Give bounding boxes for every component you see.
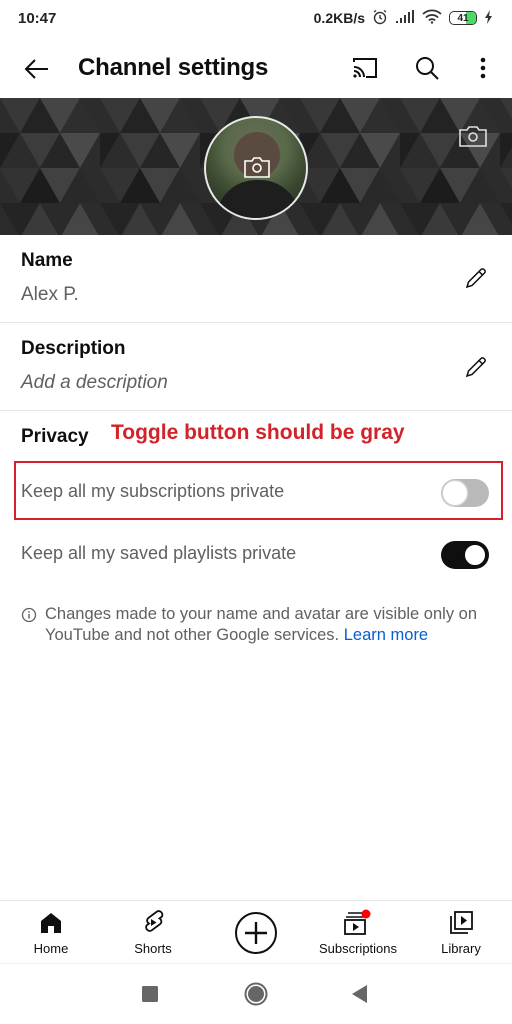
playlists-private-toggle[interactable] xyxy=(441,541,489,569)
playlists-private-row[interactable]: Keep all my saved playlists private xyxy=(0,530,512,578)
nav-library-label: Library xyxy=(441,941,481,956)
name-value: Alex P. xyxy=(21,284,79,305)
bottom-navigation: Home Shorts Subscriptions Library xyxy=(0,900,512,964)
nav-home-label: Home xyxy=(33,941,69,956)
status-time: 10:47 xyxy=(18,9,57,27)
system-navigation-bar xyxy=(0,964,512,1024)
search-icon xyxy=(416,57,439,80)
subscriptions-icon xyxy=(344,909,371,935)
subscriptions-private-label: Keep all my subscriptions private xyxy=(21,481,285,501)
banner-camera-button[interactable] xyxy=(459,124,487,153)
subscriptions-private-row[interactable]: Keep all my subscriptions private xyxy=(0,468,512,516)
battery-level: 41 xyxy=(457,12,469,24)
name-field-row[interactable]: Name Alex P. xyxy=(0,235,512,323)
pencil-icon xyxy=(465,357,486,378)
toggle-knob xyxy=(463,543,487,567)
privacy-section-title: Privacy xyxy=(21,426,89,447)
toggle-knob xyxy=(443,481,467,505)
description-placeholder: Add a description xyxy=(21,372,168,393)
more-vert-icon xyxy=(480,57,486,79)
channel-avatar[interactable] xyxy=(204,116,308,220)
status-bar: 10:47 0.2KB/s 41 xyxy=(0,0,512,36)
network-speed: 0.2KB/s xyxy=(313,10,365,26)
wifi-icon xyxy=(422,9,442,27)
back-button[interactable] xyxy=(348,982,372,1006)
nav-shorts-label: Shorts xyxy=(134,941,172,956)
camera-icon xyxy=(459,126,487,147)
cast-button[interactable] xyxy=(350,53,380,83)
home-button[interactable] xyxy=(244,982,268,1006)
channel-banner[interactable] xyxy=(0,98,512,235)
nav-subscriptions[interactable]: Subscriptions xyxy=(308,901,408,965)
charging-icon xyxy=(484,9,494,27)
battery-icon: 41 xyxy=(449,11,477,25)
app-bar: Channel settings xyxy=(0,38,512,98)
signal-icon xyxy=(395,9,415,27)
home-icon xyxy=(41,913,61,933)
info-icon xyxy=(21,607,37,629)
nav-library[interactable]: Library xyxy=(430,901,492,965)
triangle-back-icon xyxy=(352,985,367,1003)
recents-button[interactable] xyxy=(138,982,162,1006)
subscriptions-private-toggle[interactable] xyxy=(441,479,489,507)
learn-more-link[interactable]: Learn more xyxy=(344,626,428,644)
edit-name-button[interactable] xyxy=(460,262,492,294)
status-icons: 0.2KB/s 41 xyxy=(314,9,494,28)
back-button[interactable] xyxy=(22,54,52,84)
nav-subscriptions-label: Subscriptions xyxy=(318,941,398,956)
playlists-private-label: Keep all my saved playlists private xyxy=(21,543,297,563)
notification-badge xyxy=(361,909,371,919)
annotation-text: Toggle button should be gray xyxy=(111,421,405,444)
create-plus-icon xyxy=(235,912,277,954)
nav-shorts[interactable]: Shorts xyxy=(122,901,184,965)
camera-icon xyxy=(244,156,270,183)
name-label: Name xyxy=(21,250,73,271)
nav-home[interactable]: Home xyxy=(20,901,82,965)
more-options-button[interactable] xyxy=(468,53,498,83)
description-label: Description xyxy=(21,338,126,359)
circle-icon xyxy=(244,982,268,1006)
library-icon xyxy=(450,911,473,934)
page-title: Channel settings xyxy=(78,54,269,81)
shorts-icon xyxy=(145,910,164,932)
nav-create[interactable] xyxy=(230,901,282,965)
description-field-row[interactable]: Description Add a description xyxy=(0,323,512,411)
square-icon xyxy=(142,986,158,1002)
pencil-icon xyxy=(465,268,486,289)
cast-icon xyxy=(353,58,377,78)
alarm-icon xyxy=(372,9,388,28)
edit-description-button[interactable] xyxy=(460,351,492,383)
back-arrow-icon xyxy=(24,59,48,79)
search-button[interactable] xyxy=(412,53,442,83)
avatar-body xyxy=(216,180,300,218)
